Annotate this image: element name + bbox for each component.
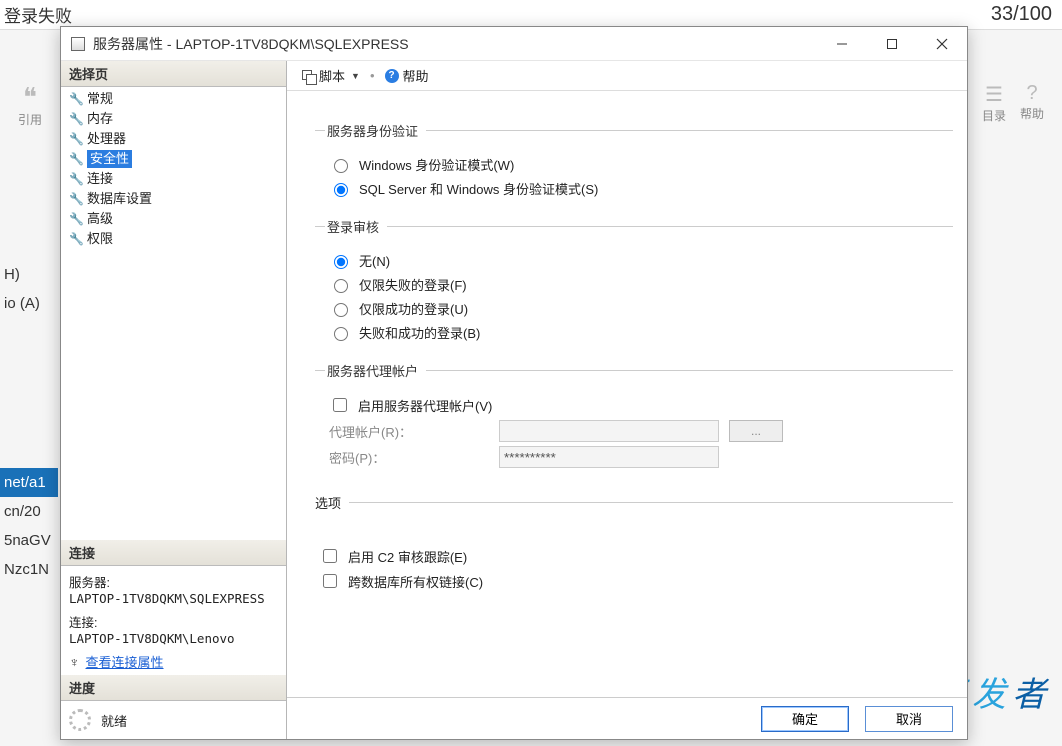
proxy-browse-button: ...	[729, 420, 783, 442]
c2-audit-checkbox[interactable]	[323, 549, 337, 563]
page-item-processors[interactable]: 🔧处理器	[67, 129, 280, 149]
page-item-advanced[interactable]: 🔧高级	[67, 209, 280, 229]
auth-windows-label[interactable]: Windows 身份验证模式(W)	[359, 155, 514, 174]
page-item-security[interactable]: 🔧安全性	[67, 149, 280, 169]
proxy-password-label: 密码(P)：	[329, 448, 499, 467]
wrench-icon: 🔧	[69, 230, 83, 248]
page-item-connections[interactable]: 🔧连接	[67, 169, 280, 189]
proxy-password-input	[499, 446, 719, 468]
audit-both-radio[interactable]	[334, 327, 348, 341]
connection-header: 连接	[61, 540, 286, 566]
bg-help: ?帮助	[1020, 82, 1044, 124]
options-group: 选项 启用 C2 审核跟踪(E) 跨数据库所有权链接(C)	[315, 502, 953, 591]
audit-none-radio[interactable]	[334, 255, 348, 269]
progress-header: 进度	[61, 675, 286, 701]
options-legend: 选项	[315, 496, 349, 511]
button-bar: 确定 取消	[287, 697, 967, 739]
bg-toc: ☰目录	[982, 82, 1006, 124]
server-authentication-legend: 服务器身份验证	[325, 121, 426, 140]
wrench-icon: 🔧	[69, 190, 83, 208]
login-audit-legend: 登录审核	[325, 217, 387, 236]
wrench-icon: 🔧	[69, 90, 83, 108]
proxy-account-input	[499, 420, 719, 442]
connection-block: 服务器: LAPTOP-1TV8DQKM\SQLEXPRESS 连接: LAPT…	[61, 566, 286, 675]
progress-status: 就绪	[101, 711, 127, 730]
content-area: 服务器身份验证 Windows 身份验证模式(W) SQL Server 和 W…	[287, 91, 967, 697]
cross-db-checkbox[interactable]	[323, 574, 337, 588]
server-value: LAPTOP-1TV8DQKM\SQLEXPRESS	[69, 591, 278, 606]
auth-windows-radio[interactable]	[334, 159, 348, 173]
page-item-database-settings[interactable]: 🔧数据库设置	[67, 189, 280, 209]
maximize-button[interactable]	[867, 27, 917, 61]
wrench-icon: 🔧	[69, 210, 83, 228]
bg-page-counter: 33/100	[991, 3, 1062, 26]
page-item-permissions[interactable]: 🔧权限	[67, 229, 280, 249]
script-icon	[301, 69, 315, 83]
audit-both-label[interactable]: 失败和成功的登录(B)	[359, 323, 480, 342]
window-title: 服务器属性 - LAPTOP-1TV8DQKM\SQLEXPRESS	[93, 34, 409, 54]
auth-mixed-radio[interactable]	[334, 183, 348, 197]
plug-icon: ♆	[69, 654, 80, 670]
enable-proxy-label[interactable]: 启用服务器代理帐户(V)	[358, 396, 492, 415]
toolbar-separator: •	[370, 68, 375, 83]
left-pane: 选择页 🔧常规 🔧内存 🔧处理器 🔧安全性 🔧连接 🔧数据库设置 🔧高级 🔧权限…	[61, 61, 287, 739]
c2-audit-label[interactable]: 启用 C2 审核跟踪(E)	[348, 547, 467, 566]
bg-frag: 5naGV	[0, 526, 58, 555]
script-label: 脚本	[319, 66, 345, 85]
wrench-icon: 🔧	[69, 130, 83, 148]
bg-top-text: 登录失败	[4, 2, 72, 27]
audit-success-label[interactable]: 仅限成功的登录(U)	[359, 299, 468, 318]
bg-frag: Nzc1N	[0, 555, 58, 584]
cross-db-label[interactable]: 跨数据库所有权链接(C)	[348, 572, 483, 591]
audit-none-label[interactable]: 无(N)	[359, 251, 390, 270]
audit-failed-label[interactable]: 仅限失败的登录(F)	[359, 275, 467, 294]
quote-label: 引用	[0, 111, 60, 128]
right-pane: 脚本 ▼ • ? 帮助 服务器身份验证 Windows 身份验证模式(W)	[287, 61, 967, 739]
enable-proxy-checkbox[interactable]	[333, 398, 347, 412]
proxy-account-group: 服务器代理帐户 启用服务器代理帐户(V) 代理帐户(R)： ... 密码(P)：	[315, 361, 953, 472]
connection-value: LAPTOP-1TV8DQKM\Lenovo	[69, 631, 278, 646]
minimize-button[interactable]	[817, 27, 867, 61]
page-item-general[interactable]: 🔧常规	[67, 89, 280, 109]
select-page-header: 选择页	[61, 61, 286, 87]
proxy-account-label: 代理帐户(R)：	[329, 422, 499, 441]
chevron-down-icon: ▼	[351, 71, 360, 81]
server-label: 服务器:	[69, 572, 278, 591]
help-button[interactable]: ? 帮助	[381, 64, 433, 87]
audit-failed-radio[interactable]	[334, 279, 348, 293]
server-properties-dialog: 服务器属性 - LAPTOP-1TV8DQKM\SQLEXPRESS 选择页 🔧…	[60, 26, 968, 740]
bg-frag: H)	[0, 260, 58, 289]
view-connection-properties-link[interactable]: 查看连接属性	[86, 652, 164, 671]
connection-label: 连接:	[69, 612, 278, 631]
wrench-icon: 🔧	[69, 150, 83, 168]
proxy-account-legend: 服务器代理帐户	[325, 361, 426, 380]
wrench-icon: 🔧	[69, 110, 83, 128]
wrench-icon: 🔧	[69, 170, 83, 188]
help-icon: ?	[385, 69, 399, 83]
bg-frag: io (A)	[0, 289, 58, 318]
cancel-button[interactable]: 取消	[865, 706, 953, 732]
toolbar: 脚本 ▼ • ? 帮助	[287, 61, 967, 91]
server-authentication-group: 服务器身份验证 Windows 身份验证模式(W) SQL Server 和 W…	[315, 121, 953, 203]
bg-frag: cn/20	[0, 497, 58, 526]
app-icon	[71, 37, 85, 51]
login-audit-group: 登录审核 无(N) 仅限失败的登录(F) 仅限成功的登录(U)	[315, 217, 953, 347]
auth-mixed-label[interactable]: SQL Server 和 Windows 身份验证模式(S)	[359, 179, 598, 198]
quote-icon: ❝	[0, 82, 60, 113]
ok-button[interactable]: 确定	[761, 706, 849, 732]
help-label: 帮助	[403, 66, 429, 85]
script-dropdown[interactable]: 脚本 ▼	[297, 64, 364, 87]
page-list: 🔧常规 🔧内存 🔧处理器 🔧安全性 🔧连接 🔧数据库设置 🔧高级 🔧权限	[61, 87, 286, 251]
close-button[interactable]	[917, 27, 967, 61]
page-item-memory[interactable]: 🔧内存	[67, 109, 280, 129]
audit-success-radio[interactable]	[334, 303, 348, 317]
progress-block: 就绪	[61, 701, 286, 739]
bg-frag: net/a1	[0, 468, 58, 497]
spinner-icon	[69, 709, 91, 731]
titlebar: 服务器属性 - LAPTOP-1TV8DQKM\SQLEXPRESS	[61, 27, 967, 61]
